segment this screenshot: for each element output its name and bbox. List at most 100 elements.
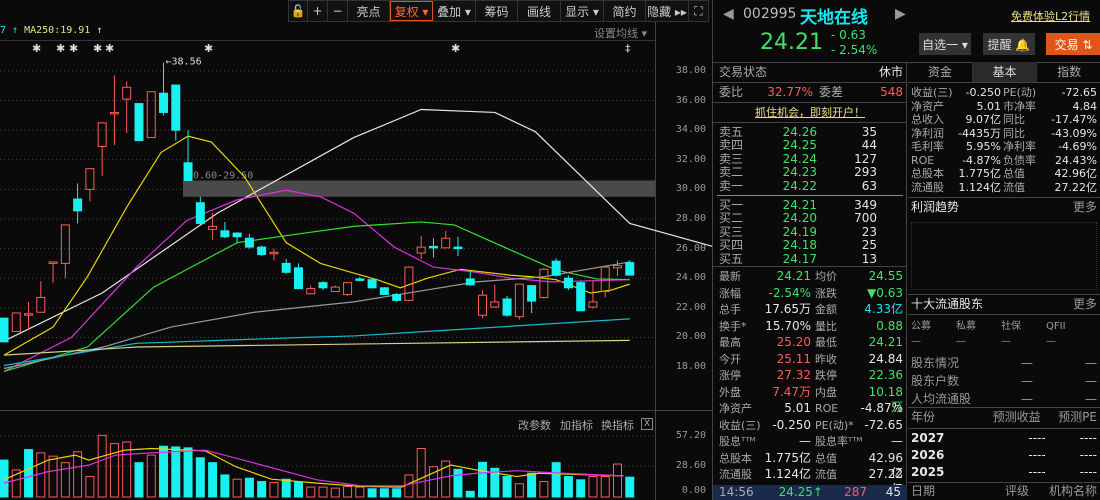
stat-value: 17.65万 — [764, 302, 811, 316]
stat-value: 24.21 — [776, 269, 811, 283]
stat-label: 涨幅 — [719, 286, 741, 300]
zoom-in-button[interactable]: + — [308, 1, 328, 21]
tick-time: 14:56 — [719, 485, 754, 499]
stat-value: 25.11 — [776, 351, 811, 366]
draw-line-button[interactable]: 画线 — [518, 1, 561, 21]
ask-row[interactable]: 卖二 24.23 293 — [719, 166, 877, 179]
ask-row[interactable]: 卖一 24.22 63 — [719, 179, 877, 193]
stat-label: 最低 — [815, 336, 837, 349]
candle-body — [293, 267, 303, 290]
bid-row[interactable]: 买三 24.19 23 — [719, 225, 877, 239]
adjust-rights-button[interactable]: 复权 ▾ — [390, 1, 433, 21]
volume-bar — [613, 463, 622, 498]
stat-value: 27.22亿 — [868, 467, 903, 496]
top-holders-more-link[interactable]: 更多 — [1073, 297, 1097, 312]
l2-trial-link[interactable]: 免费体验L2行情 — [1011, 8, 1090, 24]
candle-body — [85, 168, 95, 190]
event-marker-icon[interactable]: ✱ — [69, 42, 78, 55]
volume-bar — [379, 488, 389, 498]
fund-value: -17.47% — [1051, 113, 1097, 126]
edit-params-button[interactable]: 改参数 — [518, 417, 551, 433]
fund-value: 5.01 — [976, 99, 1002, 113]
event-marker-icon[interactable]: ✱ — [32, 42, 41, 55]
candle-body — [465, 278, 475, 286]
candle-body — [563, 277, 573, 289]
unlock-icon[interactable]: 🔓 — [289, 1, 308, 21]
candle-body — [392, 293, 402, 301]
watchlist-button[interactable]: 自选一 ▾ — [919, 33, 971, 55]
level-price: 24.20 — [782, 211, 817, 226]
fund-value: -4435万 — [958, 126, 1001, 140]
bid-row[interactable]: 买一 24.21 349 — [719, 199, 877, 212]
stat-value: 1.124亿 — [764, 467, 811, 481]
tab-index[interactable]: 指数 — [1036, 62, 1100, 82]
ask-row[interactable]: 卖三 24.24 127 — [719, 152, 877, 166]
stat-label: 涨停 — [719, 369, 741, 382]
volume-bar — [36, 452, 46, 498]
candle-body — [539, 268, 549, 298]
trade-button[interactable]: 交易 ⇅ — [1046, 33, 1100, 55]
overlay-button[interactable]: 叠加 ▾ — [433, 1, 476, 21]
fullscreen-icon[interactable]: ⛶ — [689, 1, 708, 21]
fund-label: 流通股 — [911, 180, 944, 194]
candle-body — [208, 225, 218, 230]
event-marker-icon[interactable]: ✱ — [93, 42, 102, 55]
stat-value: 5.01 — [784, 401, 811, 415]
profit-trend-more-link[interactable]: 更多 — [1073, 200, 1097, 215]
fund-value: 1.124亿 — [958, 180, 1002, 194]
event-marker-icon[interactable]: ✱ — [451, 42, 460, 55]
rating-header: 日期 — [911, 484, 936, 498]
fund-label: 收益(三) — [911, 86, 953, 99]
event-marker-icon[interactable]: ✱ — [105, 42, 114, 55]
hide-button[interactable]: 隐藏 ▸▸ — [646, 1, 689, 21]
stock-name: 天地在线 — [800, 8, 868, 28]
forecast-header: 年份 — [911, 410, 936, 424]
order-ratio-label: 委比 — [719, 85, 744, 99]
set-ma-button[interactable]: 设置均线 ▾ — [594, 25, 647, 41]
display-button[interactable]: 显示 ▾ — [561, 1, 604, 21]
tab-funds[interactable]: 资金 — [908, 62, 973, 82]
close-indicator-button[interactable]: X — [641, 418, 654, 430]
bid-row[interactable]: 买四 24.18 25 — [719, 239, 877, 252]
trade-status-value: 休市 — [878, 65, 903, 79]
price-change: - 0.63 — [831, 28, 866, 42]
zoom-out-button[interactable]: − — [328, 1, 348, 21]
event-marker-icon[interactable]: ‡ — [625, 42, 631, 55]
ask-row[interactable]: 卖四 24.25 44 — [719, 139, 877, 152]
volume-bar — [232, 478, 242, 498]
switch-indicator-button[interactable]: 换指标 — [601, 417, 634, 433]
event-marker-icon[interactable]: ✱ — [56, 42, 65, 55]
alert-button[interactable]: 提醒 🔔 — [983, 33, 1035, 55]
holder-cat: 私募 — [956, 321, 976, 332]
volume-bar — [588, 476, 598, 498]
volume-bar — [502, 476, 512, 498]
simple-button[interactable]: 简约 — [604, 1, 646, 21]
level-label: 买五 — [719, 251, 744, 266]
prev-stock-icon[interactable]: ◀ — [723, 6, 734, 22]
highlight-button[interactable]: 亮点 — [348, 1, 390, 21]
tab-basic[interactable]: 基本 — [972, 62, 1037, 82]
candle-body — [416, 246, 426, 254]
chips-button[interactable]: 筹码 — [476, 1, 518, 21]
level-volume: 349 — [854, 198, 877, 212]
bid-row[interactable]: 买五 24.17 13 — [719, 251, 877, 266]
ma-line-ma5 — [3, 108, 712, 342]
candle-body — [428, 245, 438, 249]
stat-row: 总股本 1.775亿 总值 42.96亿 — [719, 451, 903, 480]
forecast-pe: ---- — [1079, 448, 1097, 462]
fund-value: -0.250 — [965, 86, 1001, 99]
bid-row[interactable]: 买二 24.20 700 — [719, 212, 877, 225]
add-indicator-button[interactable]: 加指标 — [560, 417, 593, 433]
order-diff-label: 委差 — [819, 85, 844, 99]
level-label: 买二 — [719, 211, 744, 226]
holder-cat: 社保 — [1001, 321, 1021, 332]
fundamental-row: 流通股 1.124亿 流值 27.22亿 — [911, 181, 1097, 194]
next-stock-icon[interactable]: ▶ — [895, 6, 906, 22]
ask-row[interactable]: 卖五 24.26 35 — [719, 126, 877, 139]
volume-bar — [48, 455, 58, 498]
open-account-link[interactable]: 抓住机会，即刻开户！ — [755, 105, 865, 120]
fundamentals-panel: 资金 基本 指数 收益(三) -0.250 PE(动) -72.65 净资产 5.01 市净… — [908, 62, 1100, 500]
level-price: 24.25 — [782, 138, 817, 153]
fundamental-row: 收益(三) -0.250 PE(动) -72.65 — [911, 86, 1097, 99]
event-marker-icon[interactable]: ✱ — [204, 42, 213, 55]
